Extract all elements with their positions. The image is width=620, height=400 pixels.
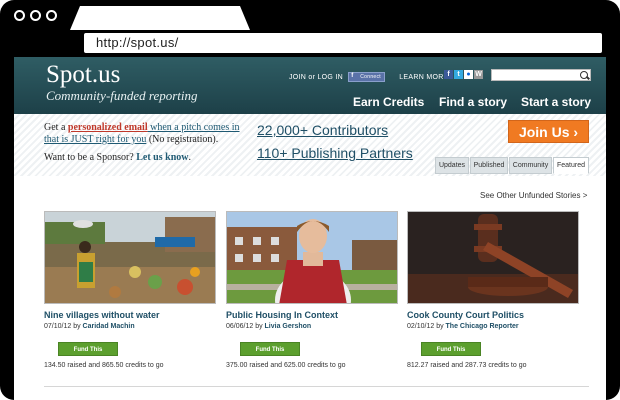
site-header: Spot.us Community-funded reporting JOIN … — [14, 57, 606, 114]
window-dot-2[interactable] — [30, 10, 41, 21]
search-input[interactable] — [491, 69, 591, 81]
join-us-button[interactable]: Join Us › — [508, 120, 589, 143]
partners-stat[interactable]: 110+ Publishing Partners — [257, 145, 413, 161]
content-divider — [44, 386, 589, 387]
story-title[interactable]: Nine villages without water — [44, 310, 160, 320]
contributors-stat[interactable]: 22,000+ Contributors — [257, 122, 388, 138]
sponsor-question: Want to be a Sponsor? — [44, 152, 137, 163]
browser-frame: http://spot.us/ Spot.us Community-funded… — [0, 0, 620, 400]
flickr-icon[interactable]: ● — [464, 70, 473, 79]
sponsor-line: Want to be a Sponsor? Let us know. — [44, 152, 249, 164]
facebook-connect-button[interactable]: Connect — [348, 72, 385, 82]
tab-published[interactable]: Published — [470, 157, 508, 174]
join-login-link[interactable]: JOIN or LOG IN — [289, 74, 343, 81]
nav-start-story[interactable]: Start a story — [521, 95, 591, 109]
search-icon[interactable] — [580, 71, 588, 79]
story-date: 06/06/12 by — [226, 323, 265, 330]
story-meta: 07/10/12 by Caridad Machin — [44, 323, 135, 330]
social-links: f t ● W — [444, 70, 484, 88]
story-author-link[interactable]: Livia Gershon — [265, 323, 312, 330]
nav-earn-credits[interactable]: Earn Credits — [353, 95, 424, 109]
fund-this-button[interactable]: Fund This — [240, 342, 300, 356]
twitter-icon[interactable]: t — [454, 70, 463, 79]
personalized-email-link[interactable]: personalized email — [68, 122, 148, 133]
window-dot-3[interactable] — [46, 10, 57, 21]
promo-noreg: (No registration). — [146, 134, 219, 145]
story-date: 07/10/12 by — [44, 323, 83, 330]
tab-featured[interactable]: Featured — [553, 157, 589, 174]
page-viewport: Spot.us Community-funded reporting JOIN … — [14, 57, 606, 400]
credits-status: 134.50 raised and 865.50 credits to go — [44, 362, 164, 369]
nav-find-story[interactable]: Find a story — [439, 95, 507, 109]
story-meta: 02/10/12 by The Chicago Reporter — [407, 323, 519, 330]
site-logo[interactable]: Spot.us — [46, 61, 120, 89]
story-meta: 06/06/12 by Livia Gershon — [226, 323, 311, 330]
story-author-link[interactable]: Caridad Machin — [83, 323, 135, 330]
address-bar[interactable]: http://spot.us/ — [84, 33, 602, 53]
window-dot-1[interactable] — [14, 10, 25, 21]
account-links: JOIN or LOG IN Connect LEARN MORE — [289, 72, 449, 82]
learn-more-link[interactable]: LEARN MORE — [399, 74, 448, 81]
tab-updates[interactable]: Updates — [435, 157, 469, 174]
let-us-know-link[interactable]: Let us know — [136, 152, 188, 163]
story-date: 02/10/12 by — [407, 323, 446, 330]
browser-tab[interactable] — [70, 6, 250, 30]
site-tagline: Community-funded reporting — [46, 88, 198, 103]
wordpress-icon[interactable]: W — [474, 70, 483, 79]
fund-this-button[interactable]: Fund This — [421, 342, 481, 356]
story-title[interactable]: Public Housing In Context — [226, 310, 338, 320]
tab-community[interactable]: Community — [509, 157, 552, 174]
facebook-icon[interactable]: f — [444, 70, 453, 79]
credits-status: 375.00 raised and 625.00 credits to go — [226, 362, 346, 369]
story-photo-gavel[interactable] — [407, 211, 579, 304]
sponsor-period: . — [188, 152, 191, 163]
story-photo-villages[interactable] — [44, 211, 216, 304]
fund-this-button[interactable]: Fund This — [58, 342, 118, 356]
promo-get-a: Get a — [44, 122, 68, 133]
story-author-link[interactable]: The Chicago Reporter — [446, 323, 519, 330]
promo-text: Get a personalized email when a pitch co… — [44, 122, 249, 164]
story-photo-housing[interactable] — [226, 211, 398, 304]
see-other-stories-link[interactable]: See Other Unfunded Stories > — [480, 191, 587, 200]
credits-status: 812.27 raised and 287.73 credits to go — [407, 362, 527, 369]
story-title[interactable]: Cook County Court Politics — [407, 310, 524, 320]
browser-chrome: http://spot.us/ — [0, 0, 620, 62]
